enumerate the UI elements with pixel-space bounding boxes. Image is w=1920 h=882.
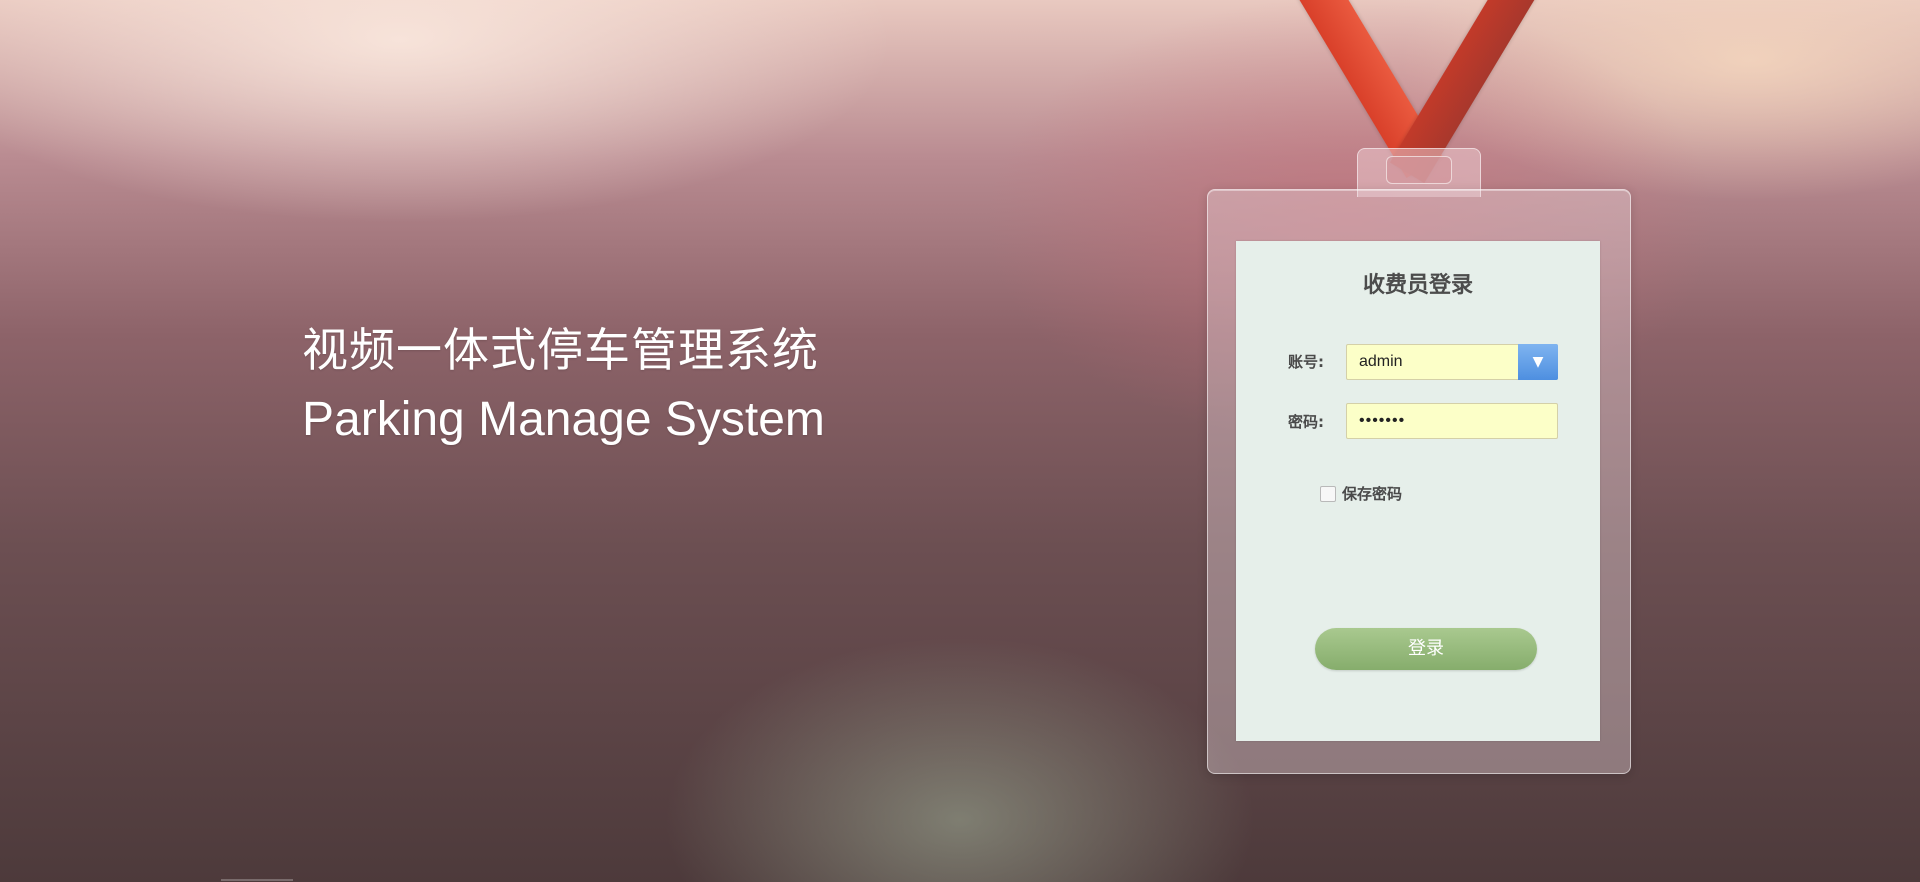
system-title-cn: 视频一体式停车管理系统 [302,323,819,377]
login-title: 收费员登录 [1362,273,1473,298]
account-dropdown-button[interactable]: ▼ [1518,344,1558,380]
password-input[interactable] [1347,404,1559,438]
bottom-edge-mark [221,879,293,881]
login-button[interactable]: 登录 [1315,628,1537,670]
password-field[interactable] [1346,403,1559,439]
login-card: 收费员登录 账号: ▼ 密码: 保存密码 登录 [1236,241,1600,741]
remember-password-checkbox[interactable] [1320,485,1336,502]
remember-password-label: 保存密码 [1342,485,1403,503]
system-title-en: Parking Manage System [302,393,825,446]
account-input[interactable] [1347,345,1529,379]
badge-holder-slot [1386,156,1452,184]
system-headline: 视频一体式停车管理系统 Parking Manage System [302,318,825,456]
chevron-down-icon: ▼ [1532,354,1544,370]
password-label: 密码: [1288,413,1324,431]
remember-password-option[interactable]: 保存密码 [1320,483,1402,504]
account-field[interactable]: ▼ [1346,344,1558,380]
login-page: 视频一体式停车管理系统 Parking Manage System 收费员登录 … [0,0,1920,882]
account-label: 账号: [1288,353,1324,371]
